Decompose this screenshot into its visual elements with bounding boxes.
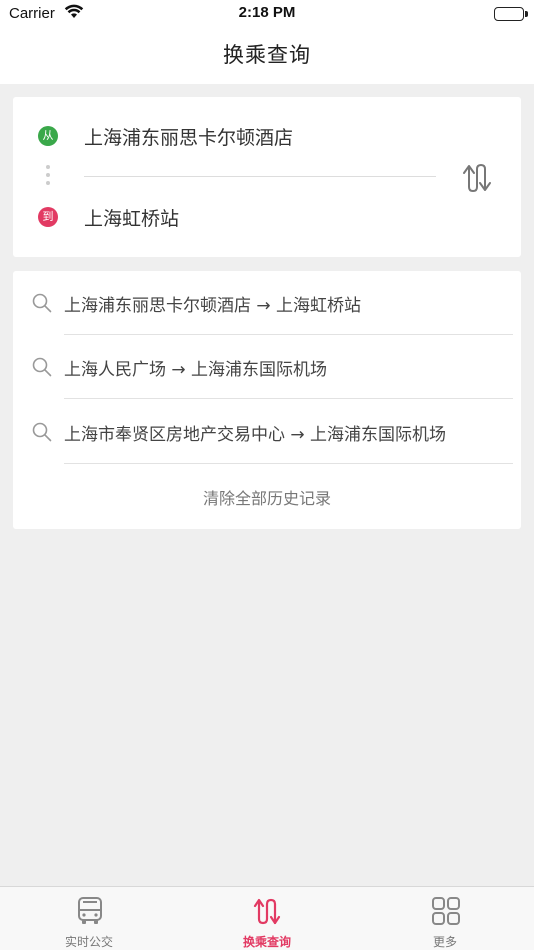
grid-icon (432, 897, 460, 925)
page-title: 换乘查询 (223, 43, 311, 67)
search-icon (32, 357, 52, 377)
clear-history-button[interactable]: 清除全部历史记录 (13, 485, 521, 509)
swap-icon (463, 163, 491, 193)
tab-bar: 实时公交 换乘查询 更多 (0, 886, 534, 950)
history-item[interactable]: 上海市奉贤区房地产交易中心 → 上海浦东国际机场 (13, 400, 521, 464)
history-item[interactable]: 上海浦东丽思卡尔顿酒店 → 上海虹桥站 (13, 271, 521, 335)
history-item-text: 上海市奉贤区房地产交易中心 → 上海浦东国际机场 (64, 425, 447, 445)
to-location-field[interactable]: 上海虹桥站 (84, 204, 179, 231)
history-item-text: 上海浦东丽思卡尔顿酒店 → 上海虹桥站 (64, 296, 362, 316)
tab-transfer-search[interactable]: 换乘查询 (178, 887, 356, 950)
search-history-list: 上海浦东丽思卡尔顿酒店 → 上海虹桥站 上海人民广场 → 上海浦东国际机场 上海… (13, 271, 521, 529)
tab-label: 更多 (432, 935, 457, 949)
tab-label: 换乘查询 (242, 935, 291, 949)
route-dots-icon (46, 165, 50, 189)
transfer-icon (253, 898, 281, 925)
search-icon (32, 293, 52, 313)
search-icon (32, 422, 52, 442)
from-location-field[interactable]: 上海浦东丽思卡尔顿酒店 (84, 123, 293, 150)
bus-icon (78, 897, 102, 924)
history-item-text: 上海人民广场 → 上海浦东国际机场 (64, 360, 328, 380)
navigation-bar: 换乘查询 (0, 28, 534, 84)
battery-icon (494, 7, 528, 21)
tab-label: 实时公交 (64, 935, 113, 949)
from-badge: 从 (38, 126, 58, 146)
swap-direction-button[interactable] (460, 157, 496, 197)
clock-time: 2:18 PM (238, 4, 296, 21)
divider (64, 398, 513, 399)
history-item[interactable]: 上海人民广场 → 上海浦东国际机场 (13, 335, 521, 399)
to-badge: 到 (38, 207, 58, 227)
status-bar: Carrier 2:18 PM (0, 0, 534, 28)
tab-realtime-bus[interactable]: 实时公交 (0, 887, 178, 950)
route-input-card: 从 上海浦东丽思卡尔顿酒店 到 上海虹桥站 (13, 97, 521, 257)
divider (84, 176, 436, 177)
tab-more[interactable]: 更多 (356, 887, 534, 950)
divider (64, 463, 513, 464)
